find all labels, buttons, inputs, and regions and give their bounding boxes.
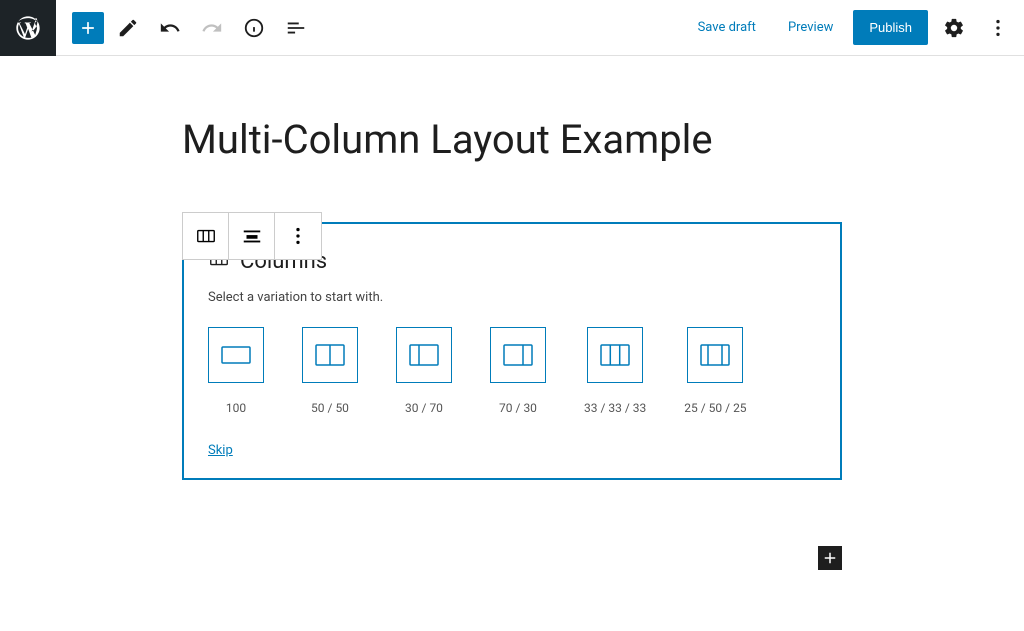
- more-options-button[interactable]: [980, 10, 1016, 46]
- column-variations: 100 50 / 50 30 / 70 70 / 30: [208, 327, 816, 415]
- variation-label: 50 / 50: [311, 401, 349, 415]
- block-type-button[interactable]: [183, 213, 229, 259]
- variation-icon-70-30: [490, 327, 546, 383]
- redo-button[interactable]: [194, 10, 230, 46]
- columns-block-placeholder: Columns Select a variation to start with…: [182, 222, 842, 480]
- variation-label: 33 / 33 / 33: [584, 401, 646, 415]
- variation-50-50[interactable]: 50 / 50: [302, 327, 358, 415]
- variation-100[interactable]: 100: [208, 327, 264, 415]
- save-draft-button[interactable]: Save draft: [686, 12, 768, 43]
- align-button[interactable]: [229, 213, 275, 259]
- variation-icon-25-50-25: [687, 327, 743, 383]
- variation-icon-33-33-33: [587, 327, 643, 383]
- block-appender-button[interactable]: [818, 546, 842, 570]
- columns-instruction: Select a variation to start with.: [208, 290, 816, 305]
- info-button[interactable]: [236, 10, 272, 46]
- post-title[interactable]: Multi-Column Layout Example: [62, 116, 962, 164]
- variation-icon-30-70: [396, 327, 452, 383]
- settings-button[interactable]: [936, 10, 972, 46]
- variation-icon-50-50: [302, 327, 358, 383]
- wordpress-logo[interactable]: [0, 0, 56, 56]
- edit-mode-icon[interactable]: [110, 10, 146, 46]
- editor-canvas: Multi-Column Layout Example Columns Sele…: [62, 56, 962, 480]
- variation-33-33-33[interactable]: 33 / 33 / 33: [584, 327, 646, 415]
- block-toolbar: [182, 212, 322, 260]
- block-more-options-button[interactable]: [275, 213, 321, 259]
- preview-button[interactable]: Preview: [776, 12, 845, 43]
- publish-button[interactable]: Publish: [853, 10, 928, 45]
- add-block-button[interactable]: [72, 12, 104, 44]
- skip-link[interactable]: Skip: [208, 443, 233, 458]
- undo-button[interactable]: [152, 10, 188, 46]
- toolbar-right-group: Save draft Preview Publish: [686, 10, 1016, 46]
- variation-label: 100: [226, 401, 246, 415]
- variation-30-70[interactable]: 30 / 70: [396, 327, 452, 415]
- toolbar-left-group: [56, 10, 314, 46]
- variation-label: 25 / 50 / 25: [684, 401, 746, 415]
- variation-70-30[interactable]: 70 / 30: [490, 327, 546, 415]
- editor-toolbar: Save draft Preview Publish: [0, 0, 1024, 56]
- variation-25-50-25[interactable]: 25 / 50 / 25: [684, 327, 746, 415]
- variation-label: 30 / 70: [405, 401, 443, 415]
- variation-label: 70 / 30: [499, 401, 537, 415]
- list-view-button[interactable]: [278, 10, 314, 46]
- variation-icon-100: [208, 327, 264, 383]
